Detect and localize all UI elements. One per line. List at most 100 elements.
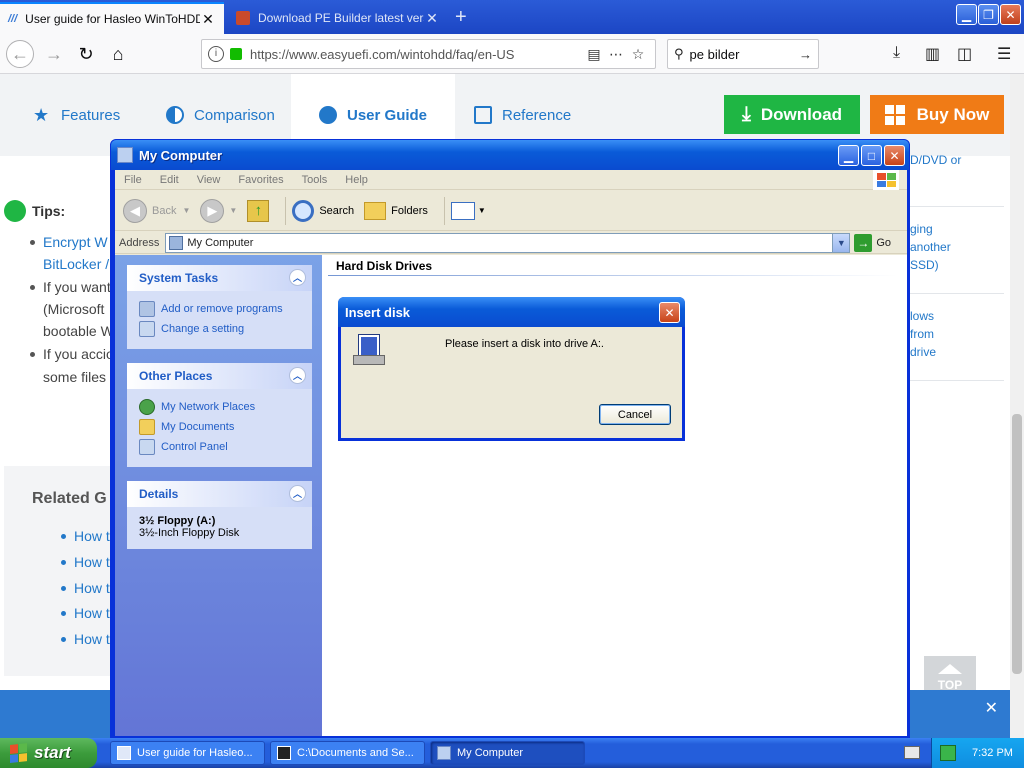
tips-heading: Tips:	[4, 200, 65, 222]
chevron-down-icon[interactable]: ▼	[832, 233, 850, 252]
network-tray-icon[interactable]	[940, 745, 956, 761]
restore-icon[interactable]: ❐	[978, 4, 999, 25]
sidebar-link-text[interactable]: drive	[910, 345, 936, 359]
minimize-icon[interactable]: ▁	[956, 4, 977, 25]
bookmark-star-icon[interactable]: ☆	[627, 46, 649, 63]
taskbar-item-firefox[interactable]: User guide for Hasleo...	[110, 741, 265, 765]
reader-view-icon[interactable]: ▤	[583, 46, 605, 63]
computer-icon	[117, 147, 133, 163]
search-bar[interactable]: ⚲ pe bilder →	[667, 39, 819, 69]
download-arrow-icon: ⤓	[741, 103, 751, 125]
related-link[interactable]: How t	[74, 580, 110, 596]
go-button[interactable]: → Go	[854, 233, 891, 252]
close-icon[interactable]: ✕	[659, 302, 680, 323]
collapse-chevron-icon[interactable]: ︿	[289, 367, 306, 384]
menu-help[interactable]: Help	[336, 174, 377, 186]
menu-view[interactable]: View	[188, 174, 230, 186]
search-button[interactable]: Search	[292, 199, 354, 222]
info-icon[interactable]: i	[208, 46, 224, 62]
taskbar-item-7zip[interactable]: C:\Documents and Se...	[270, 741, 425, 765]
sidebar-link-text[interactable]: SSD)	[910, 258, 939, 272]
related-link[interactable]: How t	[74, 605, 110, 621]
task-change-setting[interactable]: Change a setting	[139, 319, 302, 339]
clock[interactable]: 7:32 PM	[972, 747, 1013, 759]
monitor-icon	[474, 106, 492, 124]
page-actions-icon[interactable]: ⋯	[605, 46, 627, 63]
buy-now-button[interactable]: Buy Now	[870, 95, 1004, 134]
keyboard-icon[interactable]	[904, 746, 920, 759]
hamburger-menu-icon[interactable]: ☰	[997, 44, 1011, 64]
browser-toolbar: ← → ↻ ⌂ i https://www.easyuefi.com/winto…	[0, 34, 1024, 74]
nav-label: User Guide	[347, 106, 428, 124]
back-arrow-icon[interactable]: ←	[6, 40, 34, 68]
search-go-arrow-icon[interactable]: →	[799, 47, 812, 62]
new-tab-icon[interactable]: +	[455, 6, 467, 29]
url-bar[interactable]: i https://www.easyuefi.com/wintohdd/faq/…	[201, 39, 656, 69]
downloads-icon[interactable]: ⤓	[893, 44, 900, 62]
place-my-network-places[interactable]: My Network Places	[139, 397, 302, 417]
close-icon[interactable]: ✕	[424, 10, 440, 27]
address-value[interactable]: My Computer	[187, 237, 832, 249]
details-header[interactable]: Details ︿	[127, 481, 312, 507]
system-tasks-header[interactable]: System Tasks ︿	[127, 265, 312, 291]
download-button[interactable]: ⤓ Download	[724, 95, 860, 134]
up-folder-button[interactable]: ↑	[247, 199, 270, 222]
window-titlebar[interactable]: My Computer	[111, 140, 909, 170]
reload-icon[interactable]: ↻	[72, 40, 100, 68]
control-panel-icon	[139, 439, 155, 455]
close-window-icon[interactable]: ✕	[1000, 4, 1021, 25]
tab-pe-builder[interactable]: Download PE Builder latest version ✕	[228, 2, 448, 34]
home-icon[interactable]: ⌂	[104, 40, 132, 68]
up-folder-icon: ↑	[247, 199, 270, 222]
tab-user-guide[interactable]: /// User guide for Hasleo WinToHDD ✕	[0, 2, 224, 34]
details-box: Details ︿ 3½ Floppy (A:) 3½-Inch Floppy …	[127, 481, 312, 549]
place-my-documents[interactable]: My Documents	[139, 417, 302, 437]
page-scrollbar[interactable]	[1010, 74, 1024, 738]
menu-favorites[interactable]: Favorites	[229, 174, 292, 186]
cancel-button[interactable]: Cancel	[599, 404, 671, 425]
forward-button[interactable]: ▶ ▼	[200, 198, 237, 223]
place-control-panel[interactable]: Control Panel	[139, 437, 302, 457]
close-icon[interactable]: ✕	[985, 698, 998, 718]
related-link[interactable]: How t	[74, 528, 110, 544]
tip-text: If you accio	[43, 346, 114, 362]
related-link[interactable]: How t	[74, 631, 110, 647]
nav-features[interactable]: ★ Features	[33, 74, 120, 156]
sidebar-link-text[interactable]: D/DVD or	[910, 153, 961, 167]
sidebar-link-text[interactable]: lows	[910, 309, 934, 323]
scrollbar-thumb[interactable]	[1012, 414, 1022, 674]
computer-icon	[169, 235, 184, 250]
other-places-header[interactable]: Other Places ︿	[127, 363, 312, 389]
start-button[interactable]: start	[0, 738, 97, 768]
minimize-icon[interactable]: ▁	[838, 145, 859, 166]
menu-edit[interactable]: Edit	[151, 174, 188, 186]
system-tasks-box: System Tasks ︿ Add or remove programs Ch…	[127, 265, 312, 349]
close-window-icon[interactable]: ✕	[884, 145, 905, 166]
dialog-titlebar[interactable]: Insert disk	[338, 297, 685, 327]
maximize-icon[interactable]: □	[861, 145, 882, 166]
folders-button[interactable]: Folders	[364, 201, 428, 220]
sidebar-icon[interactable]: ◫	[957, 44, 972, 64]
taskbar-item-my-computer[interactable]: My Computer	[430, 741, 585, 765]
library-icon[interactable]: ▥	[925, 44, 940, 64]
menu-file[interactable]: File	[115, 174, 151, 186]
details-type: 3½-Inch Floppy Disk	[139, 527, 240, 539]
url-text[interactable]: https://www.easyuefi.com/wintohdd/faq/en…	[250, 47, 583, 62]
tip-link[interactable]: BitLocker /	[43, 256, 109, 272]
address-field[interactable]: My Computer ▼	[165, 232, 851, 253]
related-link[interactable]: How t	[74, 554, 110, 570]
sidebar-link-text[interactable]: ging	[910, 222, 933, 236]
task-add-remove-programs[interactable]: Add or remove programs	[139, 299, 302, 319]
windows-logo-icon	[884, 104, 905, 125]
search-input[interactable]: pe bilder	[690, 47, 799, 62]
views-button[interactable]: ▼	[450, 201, 486, 220]
sidebar-link-text[interactable]: another	[910, 240, 951, 254]
sidebar-link-text[interactable]: from	[910, 327, 934, 341]
back-button[interactable]: ◀ Back ▼	[123, 198, 190, 223]
menu-tools[interactable]: Tools	[293, 174, 337, 186]
collapse-chevron-icon[interactable]: ︿	[289, 485, 306, 502]
collapse-chevron-icon[interactable]: ︿	[289, 269, 306, 286]
forward-arrow-icon[interactable]: →	[40, 40, 68, 68]
tip-link[interactable]: Encrypt W	[43, 234, 108, 250]
close-icon[interactable]: ✕	[200, 11, 216, 28]
